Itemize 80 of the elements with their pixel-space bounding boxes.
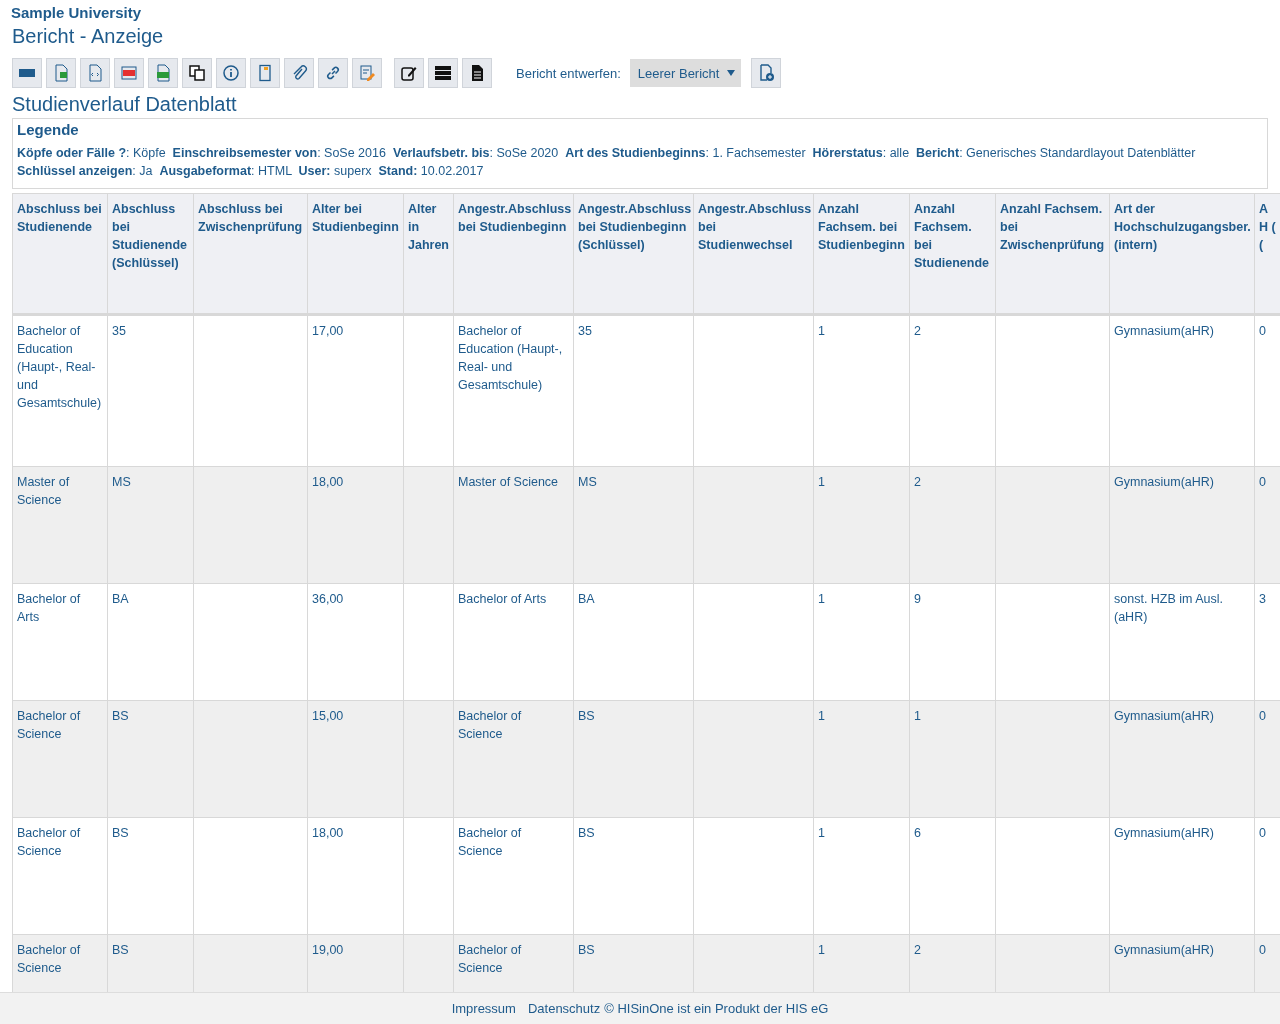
- institution-name: Sample University: [11, 4, 143, 21]
- toolbar-button[interactable]: [394, 58, 424, 88]
- column-header[interactable]: Abschluss bei Studienende: [12, 193, 108, 315]
- table-cell: Bachelor of Education (Haupt-, Real- und Gesamtschule): [12, 314, 108, 467]
- table-cell: 9: [909, 583, 996, 701]
- table-cell: 2: [909, 314, 996, 467]
- notebook-icon: [256, 64, 274, 82]
- table-cell: 17,00: [307, 314, 404, 467]
- table-cell: 1: [813, 314, 910, 467]
- spreadsheet-file-icon: [52, 64, 70, 82]
- table-cell: Gymnasium(aHR): [1109, 817, 1255, 935]
- table-cell: 1: [909, 700, 996, 818]
- table-cell: 1: [813, 466, 910, 584]
- design-label: Bericht entwerfen:: [516, 65, 621, 81]
- column-header[interactable]: Angestr.Abschluss bei Studienbeginn: [453, 193, 574, 315]
- table-cell: Bachelor of Science: [453, 700, 574, 818]
- table-cell: Master of Science: [453, 466, 574, 584]
- table-cell: 1: [813, 817, 910, 935]
- column-header[interactable]: Angestr.Abschluss bei Studienwechsel: [693, 193, 814, 315]
- report-select[interactable]: Leerer Bericht: [629, 59, 742, 87]
- table-cell: 36,00: [307, 583, 404, 701]
- table-cell: Bachelor of Education (Haupt-, Real- und Gesamtschule): [453, 314, 574, 467]
- table-cell: sonst. HZB im Ausl. (aHR): [1109, 583, 1255, 701]
- table-cell: BA: [107, 583, 194, 701]
- table-cell: Master of Science: [12, 466, 108, 584]
- report-title: Studienverlauf Datenblatt: [12, 93, 238, 116]
- table-cell: Bachelor of Science: [12, 700, 108, 818]
- column-header[interactable]: Angestr.Abschluss bei Studienbeginn (Schlüssel): [573, 193, 694, 315]
- table-cell: BS: [107, 700, 194, 818]
- column-header[interactable]: Abschluss bei Zwischenprüfung: [193, 193, 308, 315]
- table-cell: Bachelor of Science: [12, 817, 108, 935]
- table-cell: MS: [107, 466, 194, 584]
- column-header[interactable]: Anzahl Fachsem. bei Studienbeginn: [813, 193, 910, 315]
- footer-link[interactable]: Impressum: [451, 1001, 516, 1016]
- column-header[interactable]: Abschluss bei Studienende (Schlüssel): [107, 193, 194, 315]
- table-cell: 2: [909, 466, 996, 584]
- table-cell: Bachelor of Arts: [453, 583, 574, 701]
- legend-text: Schlüssel anzeigen: Ja Ausgabeformat: HTML User: superx Stand: 10.02.2017: [17, 163, 485, 180]
- table-cell: MS: [573, 466, 694, 584]
- code-file-icon: [86, 64, 104, 82]
- toolbar-button[interactable]: [428, 58, 458, 88]
- info-icon: [222, 64, 240, 82]
- table-cell: Bachelor of Science: [453, 817, 574, 935]
- link-icon: [324, 64, 342, 82]
- add-document-icon: [757, 64, 776, 82]
- copyright-text: © HISinOne ist ein Produkt der HIS eG: [604, 1001, 829, 1016]
- caret-icon: [727, 70, 736, 76]
- table-cell: 15,00: [307, 700, 404, 818]
- toolbar-button[interactable]: [182, 58, 212, 88]
- column-header[interactable]: Alter in Jahren: [403, 193, 454, 315]
- table-cell: Bachelor of Arts: [12, 583, 108, 701]
- edit-document-icon: [358, 64, 376, 82]
- column-header[interactable]: Anzahl Fachsem. bei Zwischenprüfung: [995, 193, 1110, 315]
- legend-text: Köpfe oder Fälle ?: Köpfe Einschreibsemester von: SoSe 2016 Verlaufsbetr. bis: SoSe 2020 Art des Studienbeginns: 1. Fachsemester Hörerstatus: alle Bericht: Generisches Standardlayout Datenblätter: [17, 145, 1197, 162]
- legend-title: Legende: [17, 121, 80, 138]
- edit-icon: [400, 64, 418, 82]
- table-cell: BS: [107, 817, 194, 935]
- toolbar-button[interactable]: [751, 58, 782, 88]
- table-cell: 18,00: [307, 466, 404, 584]
- table-cell: 35: [107, 314, 194, 467]
- table-cell: BA: [573, 583, 694, 701]
- column-header[interactable]: Art der Hochschulzugangsber. (intern): [1109, 193, 1255, 315]
- list-rows-icon: [434, 64, 452, 82]
- table-cell: Gymnasium(aHR): [1109, 700, 1255, 818]
- table-cell: 1: [813, 700, 910, 818]
- toolbar-button[interactable]: [462, 58, 492, 88]
- column-header[interactable]: Alter bei Studienbeginn: [307, 193, 404, 315]
- table-cell: Gymnasium(aHR): [1109, 314, 1255, 467]
- table-cell: BS: [573, 817, 694, 935]
- table-cell: 35: [573, 314, 694, 467]
- table-cell: Gymnasium(aHR): [1109, 466, 1255, 584]
- footer-link[interactable]: Datenschutz: [527, 1001, 601, 1016]
- copy-icon: [188, 64, 206, 82]
- table-cell: 6: [909, 817, 996, 935]
- page-title: Bericht - Anzeige: [12, 25, 165, 48]
- table-cell: 1: [813, 583, 910, 701]
- column-header[interactable]: A H ( (: [1254, 193, 1280, 315]
- column-header[interactable]: Anzahl Fachsem. bei Studienende: [909, 193, 996, 315]
- table-cell: 18,00: [307, 817, 404, 935]
- table-cell: BS: [573, 700, 694, 818]
